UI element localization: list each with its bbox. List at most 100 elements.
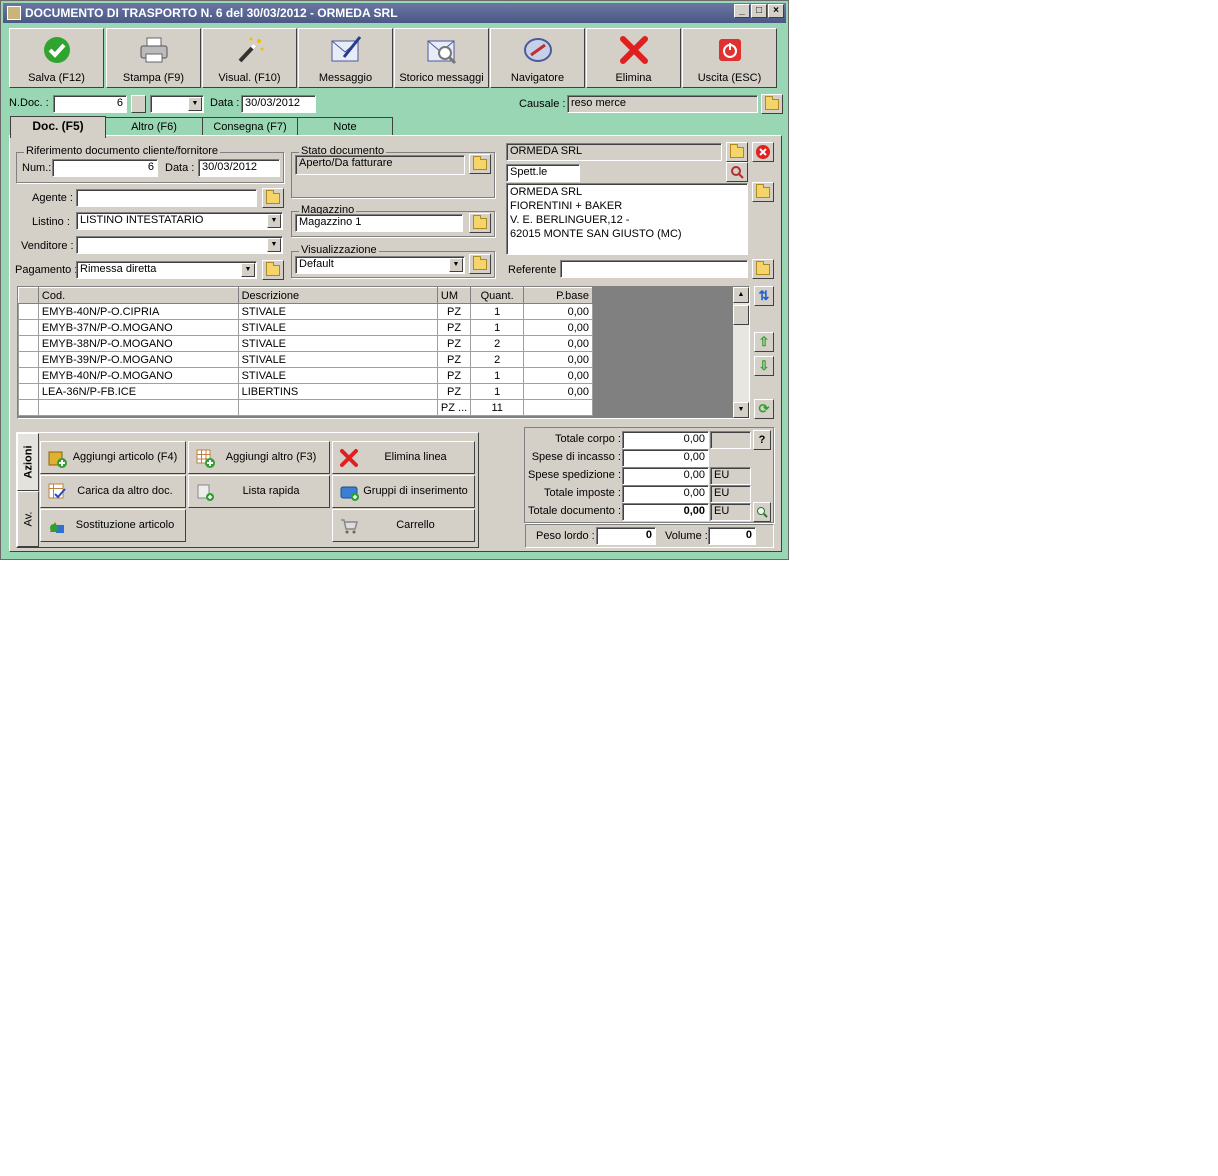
customer-clear-button[interactable] [752,142,774,162]
add-other-button[interactable]: Aggiungi altro (F3) [188,441,330,474]
exit-button[interactable]: Uscita (ESC) [682,28,777,88]
payment-browse-button[interactable] [262,260,284,280]
cart-button[interactable]: Carrello [332,509,475,542]
column-header-cod[interactable]: Cod. [37,287,239,304]
preview-button[interactable]: Visual. (F10) [202,28,297,88]
table-footer-row[interactable]: PZ ... 11 [18,399,593,416]
tab-consegna[interactable]: Consegna (F7) [202,117,298,137]
help-button[interactable]: ? [753,430,771,450]
save-button[interactable]: Salva (F12) [9,28,104,88]
status-browse-button[interactable] [469,154,491,174]
column-header-descrizione[interactable]: Descrizione [237,287,438,304]
causale-input[interactable]: reso merce [567,95,758,113]
agent-input[interactable] [76,189,257,207]
tab-altro[interactable]: Altro (F6) [105,117,203,137]
cell-pbase[interactable]: 0,00 [523,319,593,336]
warehouse-input[interactable]: Magazzino 1 [295,214,463,232]
cell-pbase[interactable] [523,399,593,416]
table-row[interactable]: EMYB-40N/P-O.MOGANO STIVALE PZ 1 0,00 [18,367,593,384]
minimize-button[interactable]: _ [734,4,750,18]
causale-browse-button[interactable] [761,94,783,114]
cell-um[interactable]: PZ [436,351,472,368]
cell-cod[interactable] [37,399,239,416]
delete-button[interactable]: Elimina [586,28,681,88]
cell-descrizione[interactable]: STIVALE [237,303,438,320]
salutation-input[interactable]: Spett.le [506,164,580,182]
tab-doc[interactable]: Doc. (F5) [10,116,106,138]
scroll-thumb[interactable] [733,305,749,325]
table-row[interactable]: EMYB-39N/P-O.MOGANO STIVALE PZ 2 0,00 [18,351,593,368]
cell-cod[interactable]: EMYB-40N/P-O.CIPRIA [37,303,239,320]
tab-av[interactable]: Av. [17,491,39,547]
cell-descrizione[interactable] [237,399,438,416]
row-indicator[interactable] [18,335,39,352]
cell-quant[interactable]: 1 [470,367,525,384]
scroll-down-button[interactable]: ▼ [733,402,749,418]
cell-pbase[interactable]: 0,00 [523,303,593,320]
cell-quant[interactable]: 2 [470,335,525,352]
cell-cod[interactable]: EMYB-38N/P-O.MOGANO [37,335,239,352]
row-indicator[interactable] [18,399,39,416]
customer-search-button[interactable] [726,162,748,182]
warehouse-browse-button[interactable] [469,213,491,233]
row-indicator[interactable] [18,303,39,320]
cell-descrizione[interactable]: STIVALE [237,335,438,352]
grid-scrollbar[interactable]: ▲ ▼ [733,287,749,418]
row-indicator[interactable] [18,383,39,400]
address-browse-button[interactable] [752,182,774,202]
column-header-quant[interactable]: Quant. [470,287,525,304]
referent-input[interactable] [560,260,748,278]
move-up-button[interactable]: ⇧ [754,332,774,352]
column-header-pbase[interactable]: P.base [523,287,593,304]
cell-descrizione[interactable]: STIVALE [237,319,438,336]
date-input[interactable]: 30/03/2012 [241,95,316,113]
cell-um[interactable]: PZ [436,383,472,400]
message-button[interactable]: Messaggio [298,28,393,88]
scroll-up-button[interactable]: ▲ [733,287,749,303]
cell-descrizione[interactable]: STIVALE [237,351,438,368]
cell-um[interactable]: PZ [436,335,472,352]
add-article-button[interactable]: Aggiungi articolo (F4) [40,441,186,474]
pricelist-combo[interactable]: LISTINO INTESTATARIO ▼ [76,212,283,230]
view-combo[interactable]: Default ▼ [295,256,465,274]
cell-descrizione[interactable]: STIVALE [237,367,438,384]
customer-browse-button[interactable] [726,142,748,162]
gross-weight-value[interactable]: 0 [596,527,656,545]
ref-date-input[interactable]: 30/03/2012 [198,159,280,177]
shipping-fees-value[interactable]: 0,00 [622,467,709,485]
volume-value[interactable]: 0 [708,527,756,545]
sort-rows-button[interactable]: ⇅ [754,286,774,306]
cell-pbase[interactable]: 0,00 [523,335,593,352]
cell-cod[interactable]: LEA-36N/P-FB.ICE [37,383,239,400]
cell-quant[interactable]: 11 [470,399,525,416]
items-grid[interactable]: Cod. Descrizione UM Quant. P.base EMYB-4… [17,286,750,419]
row-indicator[interactable] [18,367,39,384]
cell-um[interactable]: PZ [436,303,472,320]
load-from-doc-button[interactable]: Carica da altro doc. [40,475,186,508]
navigator-button[interactable]: Navigatore [490,28,585,88]
cell-cod[interactable]: EMYB-39N/P-O.MOGANO [37,351,239,368]
ndoc-suffix-button[interactable] [131,95,146,113]
column-header-um[interactable]: UM [436,287,472,304]
cell-descrizione[interactable]: LIBERTINS [237,383,438,400]
row-indicator[interactable] [18,351,39,368]
delete-line-button[interactable]: Elimina linea [332,441,475,474]
move-down-button[interactable]: ⇩ [754,356,774,376]
maximize-button[interactable]: □ [751,4,767,18]
ref-num-input[interactable]: 6 [52,159,158,177]
row-indicator[interactable] [18,319,39,336]
cell-pbase[interactable]: 0,00 [523,383,593,400]
cell-um[interactable]: PZ [436,367,472,384]
cell-cod[interactable]: EMYB-37N/P-O.MOGANO [37,319,239,336]
cell-um[interactable]: PZ ... [436,399,472,416]
cell-quant[interactable]: 1 [470,319,525,336]
replace-article-button[interactable]: Sostituzione articolo [40,509,186,542]
referent-browse-button[interactable] [752,259,774,279]
table-row[interactable]: EMYB-40N/P-O.CIPRIA STIVALE PZ 1 0,00 [18,303,593,320]
close-button[interactable]: × [768,4,784,18]
tab-azioni[interactable]: Azioni [17,433,39,491]
cell-quant[interactable]: 1 [470,303,525,320]
collection-fees-value[interactable]: 0,00 [622,449,709,467]
ndoc-input[interactable]: 6 [53,95,127,113]
insert-groups-button[interactable]: Gruppi di inserimento [332,475,475,508]
